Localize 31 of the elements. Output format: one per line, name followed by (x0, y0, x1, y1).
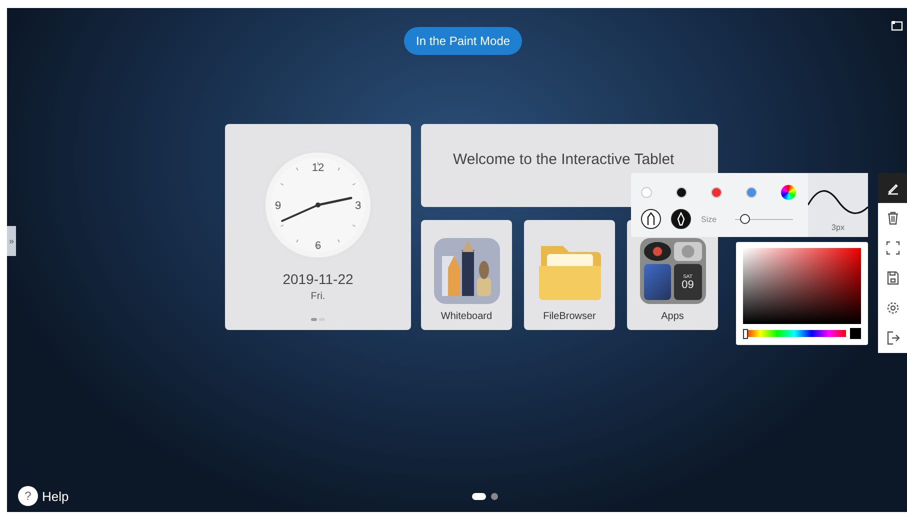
exit-icon (886, 331, 900, 345)
help-icon: ? (18, 486, 38, 506)
sidebar-handle[interactable]: » (7, 226, 16, 256)
slider-thumb[interactable] (740, 214, 750, 224)
window-icon[interactable] (891, 20, 903, 31)
date-text: 2019-11-22 (282, 271, 354, 287)
pen-tool-button[interactable] (878, 173, 907, 203)
slider-thumb[interactable] (743, 329, 748, 339)
pen-type-button[interactable] (641, 209, 661, 229)
saturation-field[interactable] (743, 248, 861, 324)
save-icon (886, 271, 900, 285)
capture-frame-icon (886, 241, 900, 255)
color-swatch[interactable] (641, 186, 652, 198)
stroke-size-text: 3px (832, 223, 844, 232)
trash-icon (886, 211, 900, 225)
color-swatch[interactable] (711, 186, 722, 198)
color-wheel-icon[interactable] (781, 184, 796, 200)
weekday-text: Fri. (310, 291, 326, 302)
pencil-icon (645, 212, 657, 226)
app-tile[interactable]: Whiteboard (421, 220, 512, 330)
page-indicator[interactable] (472, 492, 486, 500)
mode-badge: In the Paint Mode (404, 27, 522, 55)
drawing-tools-icon (434, 238, 500, 304)
color-swatch[interactable] (746, 186, 757, 198)
color-swatch[interactable] (676, 186, 687, 198)
hue-slider[interactable] (743, 330, 846, 337)
app-tile[interactable]: FileBrowser (524, 220, 615, 330)
settings-icon (886, 301, 900, 315)
fountain-pen-icon (675, 212, 687, 226)
help-button[interactable]: ? Help (18, 486, 69, 506)
pen-type-button[interactable] (671, 209, 691, 229)
